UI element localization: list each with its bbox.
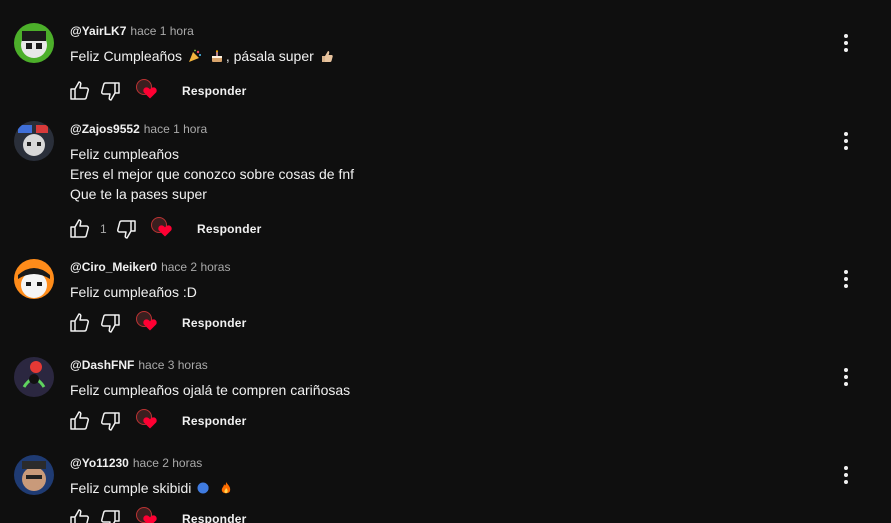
thumbs-up-emoji-icon [321, 51, 333, 62]
more-vertical-icon [844, 368, 848, 372]
avatar[interactable] [14, 23, 54, 63]
comment-header: @Zajos9552 hace 1 hora [70, 122, 207, 136]
more-actions-button[interactable] [836, 365, 856, 389]
more-vertical-icon-dot [844, 375, 848, 379]
dislike-button[interactable] [98, 311, 122, 335]
comment-text-line: Eres el mejor que conozco sobre cosas de… [70, 166, 355, 182]
more-vertical-icon [844, 466, 848, 470]
reply-button[interactable]: Responder [182, 507, 246, 523]
comment-text-part: Feliz cumple skibidi [70, 480, 192, 496]
comment-text-part: Feliz Cumpleaños [70, 48, 183, 64]
dislike-button[interactable] [98, 507, 122, 523]
comment-text: Feliz cumpleaños Eres el mejor que conoz… [70, 144, 354, 204]
like-count: 1 [100, 222, 107, 236]
like-button[interactable] [68, 311, 92, 335]
like-button[interactable] [68, 507, 92, 523]
more-vertical-icon-dot [844, 146, 848, 150]
cake-emoji-icon [211, 50, 222, 62]
comment-text: Feliz cumpleaños ojalá te compren cariño… [70, 380, 350, 400]
avatar[interactable] [14, 121, 54, 161]
thumbs-up-outline-icon [70, 313, 90, 332]
comments-list: @YairLK7 hace 1 hora Feliz Cumpleaños , p… [0, 0, 891, 523]
thumbs-up-outline-icon [70, 219, 90, 238]
more-vertical-icon [844, 132, 848, 136]
avatar[interactable] [14, 455, 54, 495]
more-vertical-icon-dot [844, 473, 848, 477]
thumbs-up-outline-icon [70, 411, 90, 430]
more-actions-button[interactable] [836, 31, 856, 55]
thumbs-down-outline-icon [116, 220, 136, 239]
reply-button[interactable]: Responder [182, 311, 246, 335]
more-vertical-icon [844, 270, 848, 274]
thumbs-down-outline-icon [100, 412, 120, 431]
comment-time[interactable]: hace 3 horas [138, 358, 207, 372]
more-vertical-icon-dot [844, 284, 848, 288]
like-button[interactable]: 1 [68, 217, 107, 241]
avatar[interactable] [14, 259, 54, 299]
comment-text-part: , pásala super [225, 48, 314, 64]
comment-time[interactable]: hace 2 horas [161, 260, 230, 274]
more-vertical-icon [844, 34, 848, 38]
avatar[interactable] [14, 357, 54, 397]
author-name[interactable]: @YairLK7 [70, 24, 126, 38]
more-actions-button[interactable] [836, 267, 856, 291]
more-actions-button[interactable] [836, 463, 856, 487]
more-vertical-icon-dot [844, 480, 848, 484]
comment-text: Feliz cumple skibidi [70, 478, 235, 498]
thumbs-down-outline-icon [100, 82, 120, 101]
more-vertical-icon-dot [844, 277, 848, 281]
reply-button[interactable]: Responder [182, 79, 246, 103]
comment-time[interactable]: hace 1 hora [144, 122, 207, 136]
comment-header: @YairLK7 hace 1 hora [70, 24, 194, 38]
comment-text-line: Feliz cumpleaños :D [70, 284, 197, 300]
reply-label: Responder [182, 414, 247, 428]
author-name[interactable]: @Zajos9552 [70, 122, 140, 136]
dislike-button[interactable] [98, 79, 122, 103]
thumbs-up-outline-icon [70, 509, 90, 523]
fire-emoji-icon [221, 482, 231, 494]
comment-header: @Yo11230 hace 2 horas [70, 456, 202, 470]
more-vertical-icon-dot [844, 139, 848, 143]
like-button[interactable] [68, 409, 92, 433]
creator-heart-icon [136, 311, 160, 335]
comment-time[interactable]: hace 2 horas [133, 456, 202, 470]
creator-heart-icon [136, 507, 160, 523]
comment-text: Feliz Cumpleaños , pásala super [70, 46, 336, 66]
reply-button[interactable]: Responder [197, 217, 261, 241]
reply-label: Responder [182, 316, 247, 330]
creator-heart-icon [136, 409, 160, 433]
thumbs-up-outline-icon [70, 81, 90, 100]
creator-heart-icon [151, 217, 175, 241]
comment-header: @Ciro_Meiker0 hace 2 horas [70, 260, 230, 274]
more-vertical-icon-dot [844, 48, 848, 52]
author-name[interactable]: @Ciro_Meiker0 [70, 260, 157, 274]
thumbs-down-outline-icon [100, 314, 120, 333]
reply-label: Responder [197, 222, 262, 236]
reply-button[interactable]: Responder [182, 409, 246, 433]
thumbs-down-outline-icon [100, 510, 120, 523]
party-popper-emoji-icon [188, 49, 201, 62]
comment-text-line: Que te la pases super [70, 186, 207, 202]
more-vertical-icon-dot [844, 382, 848, 386]
dislike-button[interactable] [114, 217, 138, 241]
like-button[interactable] [68, 79, 92, 103]
author-name[interactable]: @DashFNF [70, 358, 134, 372]
more-actions-button[interactable] [836, 129, 856, 153]
comment-text: Feliz cumpleaños :D [70, 282, 197, 302]
author-name[interactable]: @Yo11230 [70, 456, 129, 470]
comment-text-line: Feliz cumpleaños [70, 146, 179, 162]
creator-heart-icon [136, 79, 160, 103]
reply-label: Responder [182, 84, 247, 98]
comment-header: @DashFNF hace 3 horas [70, 358, 208, 372]
comment-text-line: Feliz cumpleaños ojalá te compren cariño… [70, 382, 351, 398]
more-vertical-icon-dot [844, 41, 848, 45]
reply-label: Responder [182, 512, 247, 523]
comment-time[interactable]: hace 1 hora [130, 24, 193, 38]
dislike-button[interactable] [98, 409, 122, 433]
speaking-head-emoji-icon [197, 482, 209, 494]
